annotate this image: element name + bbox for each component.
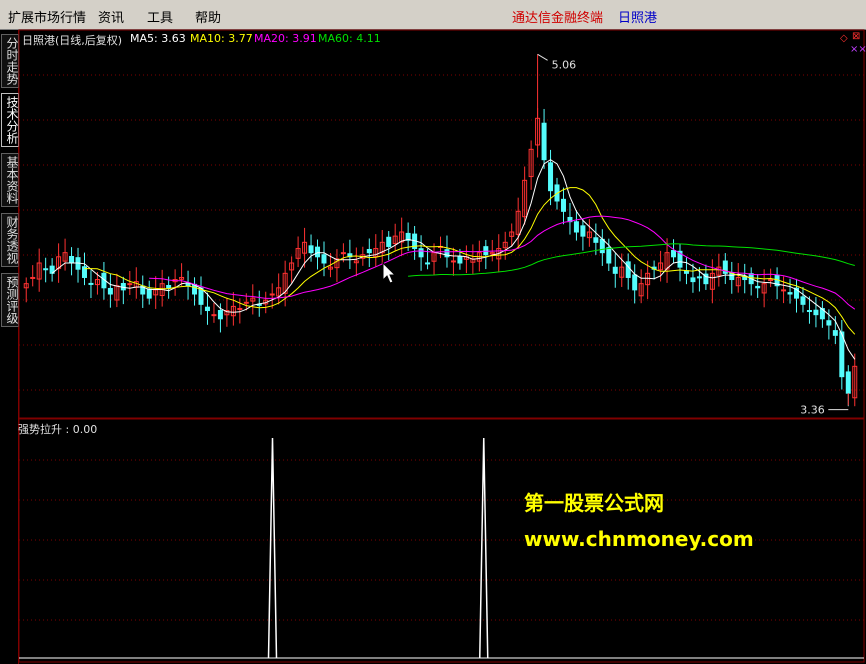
watermark-title: 第一股票公式网: [524, 491, 664, 515]
cross-icon[interactable]: ××: [850, 44, 866, 55]
candle-body: [69, 255, 75, 264]
candle-body: [671, 250, 677, 258]
candle-body: [30, 276, 36, 279]
candle-body: [457, 255, 463, 264]
candle-body: [321, 254, 327, 264]
candle-body: [541, 122, 547, 161]
low-price-label: 3.36: [800, 404, 825, 417]
ma5-label: MA5: 3.63: [130, 32, 186, 45]
high-pointer: [537, 53, 548, 61]
chart-title: 日照港(日线,后复权): [22, 34, 123, 47]
candle-body: [204, 306, 210, 312]
indicator-spike: [267, 437, 278, 659]
ma20-label: MA20: 3.91: [254, 32, 317, 45]
candle-body: [386, 236, 392, 247]
candle-body: [127, 283, 133, 286]
candle-body: [787, 292, 793, 295]
candle-body: [315, 246, 321, 258]
candle-body: [696, 276, 702, 279]
candle-body: [832, 330, 838, 336]
candle-body: [211, 314, 217, 317]
candle-body: [813, 309, 819, 316]
candle-body: [768, 279, 774, 282]
candle-body: [198, 287, 204, 305]
candle-body: [573, 221, 579, 233]
candle-body: [612, 266, 618, 274]
main-panel-frame: [18, 29, 865, 419]
watermark-url: www.chnmoney.com: [524, 527, 754, 551]
candle-body: [146, 288, 152, 299]
candle-body: [806, 310, 812, 313]
candle-body: [826, 320, 832, 326]
candle-body: [340, 252, 346, 255]
candle-body: [269, 293, 275, 296]
ma20-line: [149, 215, 856, 310]
candle-body: [217, 310, 223, 320]
candle-body: [625, 261, 631, 278]
candle-body: [43, 268, 49, 271]
candle-body: [593, 237, 599, 243]
candle-body: [88, 282, 94, 285]
ma60-label: MA60: 4.11: [318, 32, 381, 45]
candle-body: [755, 285, 761, 289]
candle-body: [548, 162, 554, 192]
high-price-label: 5.06: [552, 58, 577, 71]
candle-body: [845, 371, 851, 394]
candle-body: [425, 262, 431, 265]
candle-body: [800, 296, 806, 305]
indicator-spike: [479, 437, 489, 659]
candle-body: [418, 248, 424, 258]
mouse-cursor-icon: [382, 261, 397, 284]
candle-body: [185, 283, 191, 287]
candle-body: [243, 301, 249, 304]
candle-body: [560, 198, 566, 212]
kline-chart[interactable]: 5.06 3.36: [0, 0, 866, 664]
candle-body: [237, 307, 243, 310]
candle-body: [632, 274, 638, 291]
candle-body: [580, 225, 586, 237]
diamond-icon[interactable]: ◇: [840, 33, 848, 44]
indicator-label: 强势拉升 : 0.00: [18, 423, 98, 436]
candle-body: [366, 248, 372, 254]
candle-body: [450, 260, 456, 263]
close-icon[interactable]: ⊠: [852, 31, 860, 42]
ma10-label: MA10: 3.77: [190, 32, 253, 45]
candle-body: [599, 238, 605, 254]
candle-body: [606, 247, 612, 264]
candle-body: [107, 287, 113, 295]
candle-body: [166, 284, 172, 289]
candle-body: [308, 245, 314, 254]
candle-body: [690, 277, 696, 283]
